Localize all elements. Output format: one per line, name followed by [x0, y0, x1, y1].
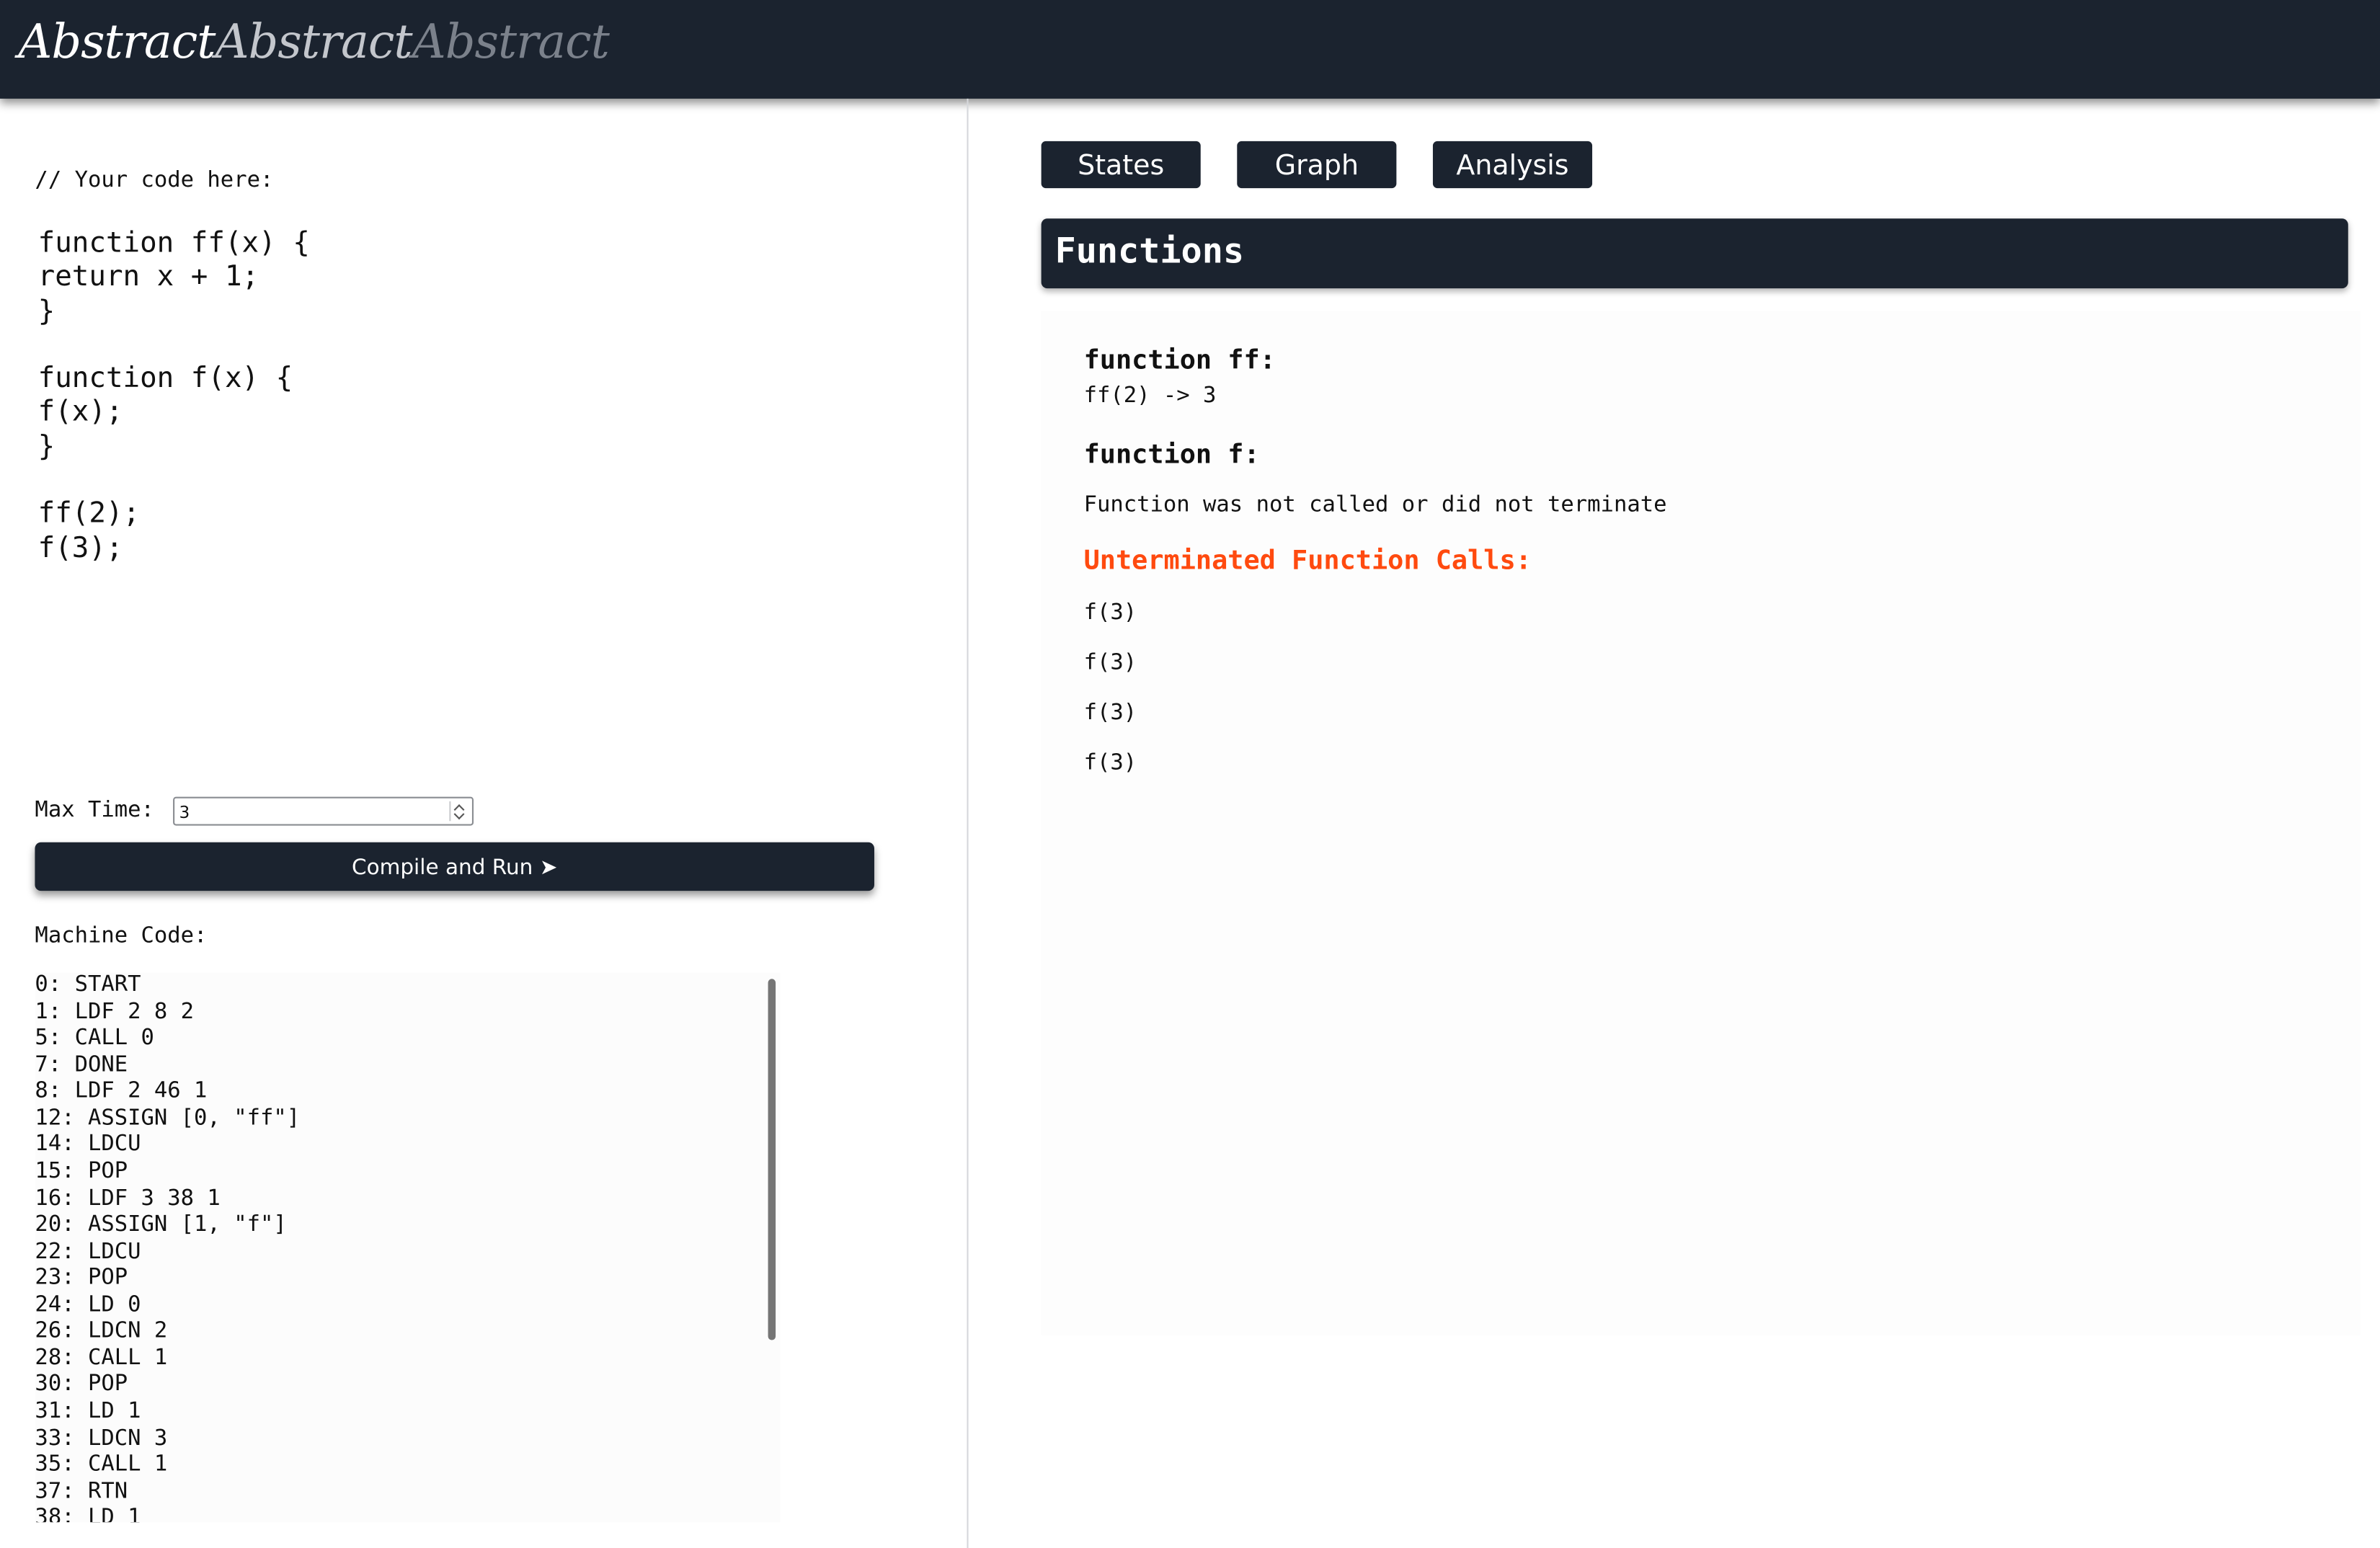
unterminated-call: f(3): [1083, 700, 1137, 726]
machine-line: 8: LDF 2 46 1: [35, 1079, 208, 1104]
machine-line: 35: CALL 1: [35, 1452, 168, 1477]
machine-line: 12: ASSIGN [0, "ff"]: [35, 1106, 301, 1131]
functions-section-header: Functions: [1041, 218, 2348, 289]
logo-part-1: Abstract: [18, 15, 216, 70]
machine-line: 15: POP: [35, 1159, 128, 1184]
stepper-arrows-icon[interactable]: [449, 801, 467, 822]
tab-states[interactable]: States: [1041, 141, 1201, 189]
unterminated-call: f(3): [1083, 651, 1137, 676]
machine-line: 20: ASSIGN [1, "f"]: [35, 1212, 287, 1237]
machine-line: 26: LDCN 2: [35, 1319, 168, 1344]
machine-line: 31: LD 1: [35, 1399, 141, 1424]
code-comment: // Your code here:: [35, 168, 274, 193]
machine-code-listing: 0: START 1: LDF 2 8 2 5: CALL 0 7: DONE …: [35, 973, 780, 1522]
machine-line: 38: LD 1: [35, 1505, 141, 1523]
machine-line: 5: CALL 0: [35, 1026, 154, 1051]
code-editor[interactable]: function ff(x) { return x + 1; } functio…: [38, 228, 918, 744]
column-divider: [967, 98, 969, 1548]
page: AbstractAbstractAbstract // Your code he…: [0, 0, 2380, 1548]
tab-graph[interactable]: Graph: [1237, 141, 1397, 189]
machine-code-scrollbar[interactable]: [768, 979, 776, 1340]
machine-line: 37: RTN: [35, 1479, 128, 1504]
unterminated-call: f(3): [1083, 751, 1137, 776]
machine-line: 0: START: [35, 972, 141, 997]
function-f-result: Function was not called or did not termi…: [1083, 493, 1667, 518]
compile-and-run-button[interactable]: Compile and Run ➤: [35, 842, 874, 891]
logo-part-2: Abstract: [215, 15, 412, 70]
function-ff-title: function ff:: [1083, 346, 1276, 377]
machine-line: 14: LDCU: [35, 1132, 141, 1157]
max-time-input[interactable]: 3: [173, 796, 474, 826]
machine-line: 23: POP: [35, 1265, 128, 1291]
max-time-label: Max Time:: [35, 798, 154, 823]
machine-line: 33: LDCN 3: [35, 1425, 168, 1451]
machine-code-panel[interactable]: 0: START 1: LDF 2 8 2 5: CALL 0 7: DONE …: [35, 972, 781, 1523]
unterminated-calls-title: Unterminated Function Calls:: [1083, 546, 1532, 577]
machine-line: 28: CALL 1: [35, 1345, 168, 1371]
unterminated-call: f(3): [1083, 600, 1137, 626]
machine-line: 24: LD 0: [35, 1292, 141, 1317]
machine-line: 22: LDCU: [35, 1239, 141, 1264]
machine-code-label: Machine Code:: [35, 924, 208, 949]
function-f-title: function f:: [1083, 440, 1260, 471]
app-header: AbstractAbstractAbstract: [0, 0, 2380, 99]
section-title: Functions: [1054, 232, 1245, 272]
app-logo: AbstractAbstractAbstract: [18, 15, 610, 70]
function-ff-result: ff(2) -> 3: [1083, 383, 1217, 409]
machine-line: 1: LDF 2 8 2: [35, 999, 195, 1024]
tab-analysis[interactable]: Analysis: [1432, 141, 1593, 189]
machine-line: 30: POP: [35, 1372, 128, 1397]
machine-line: 7: DONE: [35, 1052, 128, 1077]
max-time-value: 3: [179, 803, 190, 823]
logo-part-3: Abstract: [412, 15, 610, 70]
machine-line: 16: LDF 3 38 1: [35, 1186, 221, 1211]
